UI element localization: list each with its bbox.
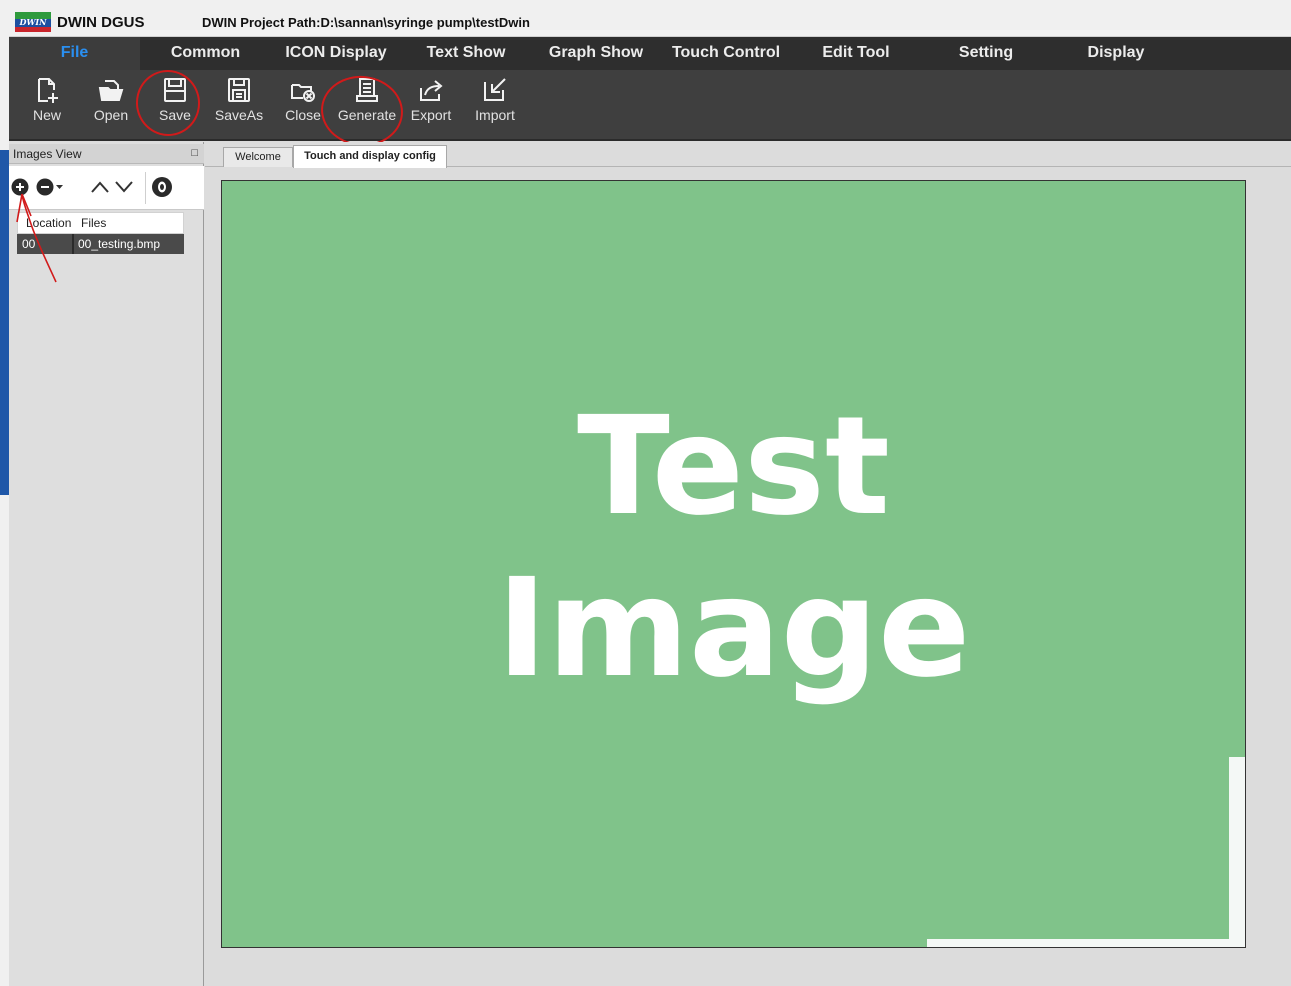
generate-icon (356, 78, 378, 102)
menu-text-show[interactable]: Text Show (401, 37, 531, 70)
open-folder-icon (98, 80, 124, 101)
export-button[interactable]: Export (400, 74, 462, 134)
row-file-name: 00_testing.bmp (78, 237, 161, 251)
table-header: Location Files (17, 212, 184, 234)
row-location: 00 (22, 237, 36, 251)
export-label: Export (410, 107, 452, 123)
menu-setting[interactable]: Setting (921, 37, 1051, 70)
canvas-text-line-1: Test (577, 388, 890, 546)
menu-touch-control[interactable]: Touch Control (661, 37, 791, 70)
toolbar-divider (145, 172, 146, 204)
menu-graph-show[interactable]: Graph Show (531, 37, 661, 70)
save-as-button[interactable]: SaveAs (208, 74, 270, 134)
move-down-icon[interactable] (114, 180, 134, 194)
menu-icon-display[interactable]: ICON Display (271, 37, 401, 70)
canvas-edge-artifact (1229, 757, 1245, 947)
design-workspace: Welcome Touch and display config Test Im… (205, 142, 1291, 986)
import-button[interactable]: Import (464, 74, 526, 134)
remove-image-icon[interactable] (36, 178, 54, 196)
canvas-edge-artifact-bottom (927, 939, 1245, 947)
dwin-logo-icon: DWIN (15, 12, 51, 32)
menu-display[interactable]: Display (1051, 37, 1181, 70)
cell-divider (72, 234, 74, 254)
images-view-header: Images View □ (9, 144, 204, 164)
save-label: Save (159, 107, 191, 123)
close-label: Close (285, 107, 321, 123)
app-name: DWIN DGUS (57, 14, 145, 31)
open-label: Open (93, 107, 129, 123)
title-bar: DWIN DWIN DGUS DWIN Project Path:D:\sann… (9, 0, 1291, 37)
project-path: DWIN Project Path:D:\sannan\syringe pump… (202, 15, 530, 30)
new-label: New (32, 107, 61, 123)
close-project-icon (291, 84, 315, 102)
generate-label: Generate (337, 107, 397, 123)
save-as-icon (228, 78, 250, 102)
images-view-panel: Images View □ Location Files 00 00_testi… (9, 142, 204, 986)
table-row[interactable]: 00 00_testing.bmp (17, 234, 184, 254)
images-view-title: Images View (13, 147, 82, 161)
menu-bar: File Common ICON Display Text Show Graph… (9, 37, 1291, 70)
column-location[interactable]: Location (26, 216, 71, 230)
canvas-text-line-2: Image (496, 550, 971, 708)
dwin-dgus-window: DWIN DWIN DGUS DWIN Project Path:D:\sann… (9, 0, 1291, 986)
add-image-icon[interactable] (11, 178, 29, 196)
document-tabs: Welcome Touch and display config (205, 145, 1291, 168)
pin-icon[interactable]: □ (191, 147, 198, 159)
display-canvas[interactable]: Test Image (221, 180, 1246, 948)
open-button[interactable]: Open (80, 74, 142, 134)
column-files[interactable]: Files (81, 216, 106, 230)
save-as-label: SaveAs (214, 107, 264, 123)
ribbon-toolbar: New Open Save SaveAs Close Generate Expo… (9, 70, 1291, 141)
tab-welcome[interactable]: Welcome (223, 147, 293, 167)
menu-edit-tool[interactable]: Edit Tool (791, 37, 921, 70)
new-file-icon (38, 78, 58, 103)
svg-text:DWIN: DWIN (19, 17, 48, 27)
images-view-toolbar (9, 166, 204, 210)
images-file-table: Location Files 00 00_testing.bmp (17, 212, 184, 254)
menu-common[interactable]: Common (140, 37, 271, 70)
desktop-background (0, 150, 9, 495)
import-label: Import (475, 107, 515, 123)
remove-dropdown-icon[interactable] (56, 185, 63, 190)
import-icon (484, 78, 506, 101)
save-button[interactable]: Save (144, 74, 206, 134)
export-icon (420, 80, 443, 101)
move-up-icon[interactable] (90, 180, 110, 194)
preview-eye-icon[interactable] (151, 177, 173, 197)
tab-touch-and-display-config[interactable]: Touch and display config (293, 145, 447, 168)
save-icon (164, 78, 186, 102)
new-button[interactable]: New (16, 74, 78, 134)
menu-file[interactable]: File (9, 37, 140, 70)
generate-button[interactable]: Generate (336, 74, 398, 134)
close-button[interactable]: Close (272, 74, 334, 134)
